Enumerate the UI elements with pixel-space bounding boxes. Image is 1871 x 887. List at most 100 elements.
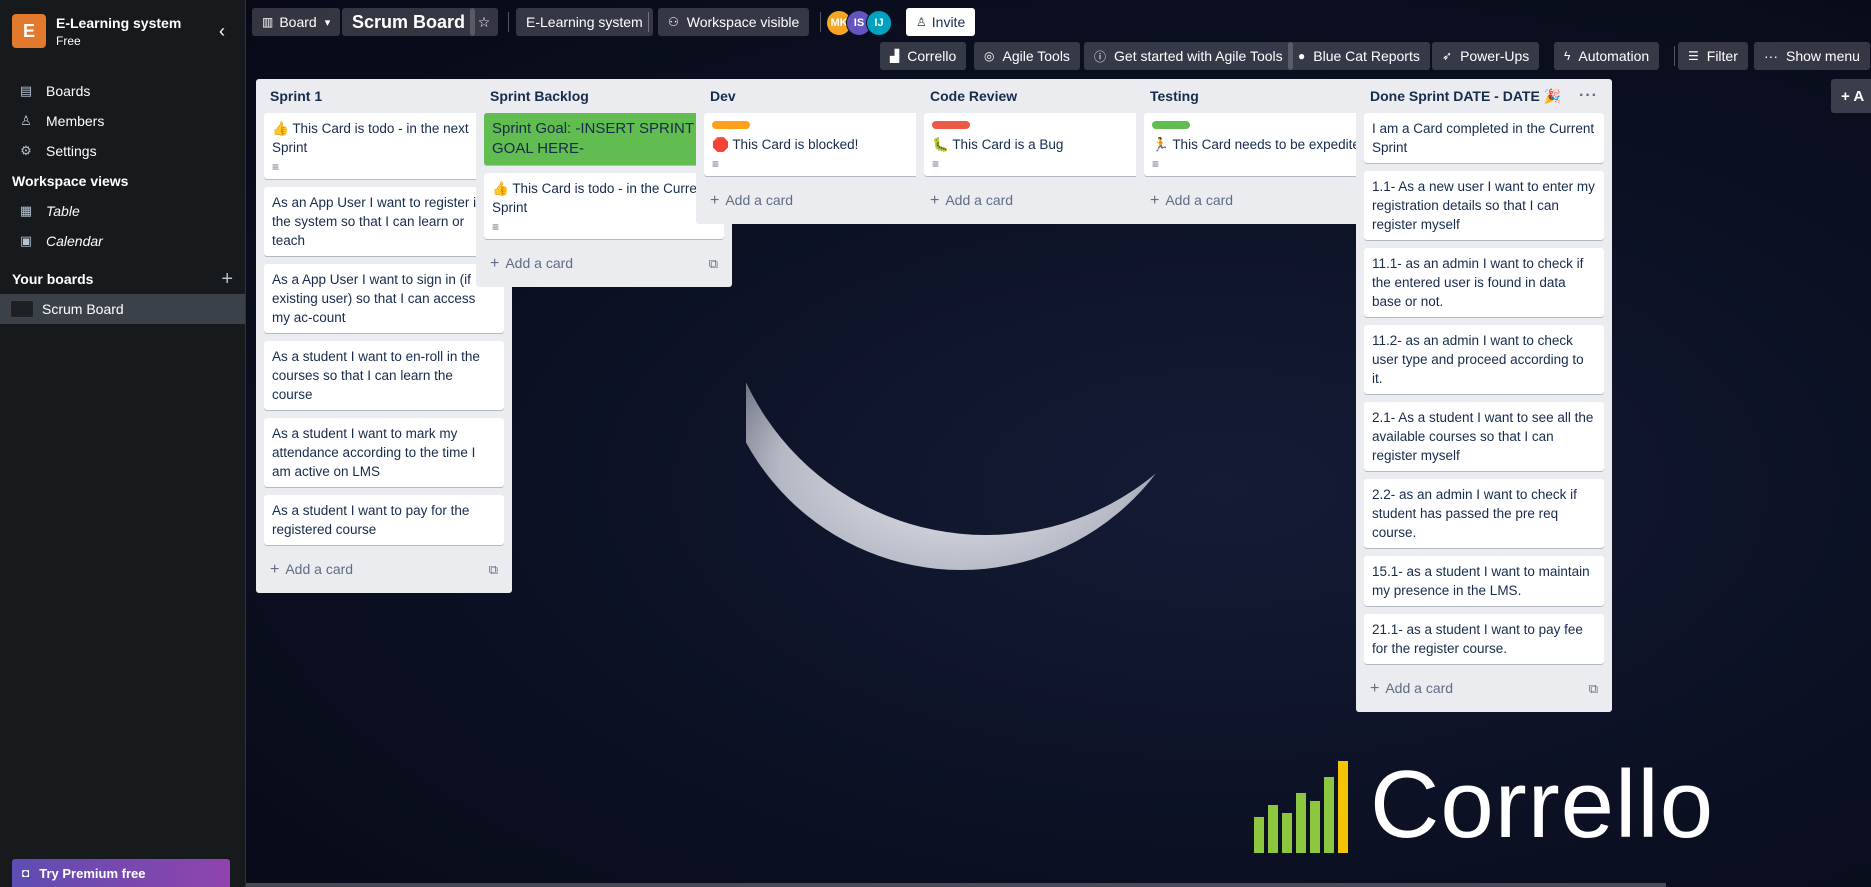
automation-button[interactable]: ϟ Automation — [1554, 42, 1660, 70]
add-list-button[interactable]: + A — [1831, 79, 1871, 113]
list-header[interactable]: Dev ··· — [704, 79, 944, 113]
people-icon: ⚇ — [668, 15, 679, 29]
card[interactable]: 👍 This Card is todo - in the Current Spr… — [484, 173, 724, 239]
card[interactable]: 🏃 This Card needs to be expedited ≡ — [1144, 113, 1384, 176]
list-title[interactable]: Done Sprint DATE - DATE 🎉 — [1370, 88, 1561, 105]
card[interactable]: As a student I want to mark my attendanc… — [264, 418, 504, 487]
card-label-green[interactable] — [1152, 121, 1190, 129]
list-menu-icon[interactable]: ··· — [1579, 87, 1598, 105]
card-title: 2.1- As a student I want to see all the … — [1372, 410, 1594, 463]
person-icon: ♙ — [20, 113, 32, 128]
list-title[interactable]: Dev — [710, 88, 736, 104]
add-card-button[interactable]: +Add a card ⧉ — [264, 553, 504, 587]
add-card-button[interactable]: +Add a card ⧉ — [484, 247, 724, 281]
card[interactable]: 15.1- as a student I want to maintain my… — [1364, 556, 1604, 606]
card-title: Sprint Goal: -INSERT SPRINT GOAL HERE- — [492, 120, 694, 157]
toolbar-label: Power-Ups — [1460, 48, 1530, 64]
list-header[interactable]: Sprint 1 ··· — [264, 79, 504, 113]
add-card-button[interactable]: +Add a card ⧉ — [1364, 672, 1604, 706]
show-menu-button[interactable]: ··· Show menu — [1754, 42, 1870, 70]
board-thumbnail — [10, 300, 34, 318]
card[interactable]: 2.1- As a student I want to see all the … — [1364, 402, 1604, 471]
card[interactable]: 11.1- as an admin I want to check if the… — [1364, 248, 1604, 317]
workspace-logo[interactable]: E — [12, 14, 46, 48]
corrello-button[interactable]: ▟ Corrello — [880, 42, 967, 70]
card[interactable]: 🐛 This Card is a Bug ≡ — [924, 113, 1164, 176]
list-header[interactable]: Done Sprint DATE - DATE 🎉 ··· — [1364, 79, 1604, 113]
invite-button[interactable]: ♙ Invite — [906, 8, 976, 36]
power-ups-button[interactable]: ➶ Power-Ups — [1432, 42, 1540, 70]
card[interactable]: 👍 This Card is todo - in the next Sprint… — [264, 113, 504, 179]
list-title[interactable]: Testing — [1150, 88, 1199, 104]
sidebar-item-label: Table — [46, 203, 80, 219]
blue-cat-reports-button[interactable]: ● Blue Cat Reports — [1288, 42, 1430, 70]
board-title[interactable]: Scrum Board — [342, 8, 476, 36]
workspace-button[interactable]: E-Learning system — [516, 8, 653, 36]
card[interactable]: As a App User I want to sign in (if exis… — [264, 264, 504, 333]
filter-button[interactable]: ☰ Filter — [1678, 42, 1748, 70]
sidebar-item-calendar[interactable]: ▣ Calendar — [0, 226, 245, 256]
card-template-icon[interactable]: ⧉ — [1589, 681, 1598, 697]
card-title: 🏃 This Card needs to be expedited — [1152, 137, 1368, 152]
card-title: I am a Card completed in the Current Spr… — [1372, 121, 1595, 155]
get-started-button[interactable]: ⓘ Get started with Agile Tools — [1084, 42, 1293, 70]
add-card-button[interactable]: +Add a card ⧉ — [1144, 184, 1384, 218]
card-label-orange[interactable] — [712, 121, 750, 129]
plus-icon: + — [710, 192, 720, 209]
star-icon[interactable]: ☆ — [470, 8, 498, 36]
workspace-name[interactable]: E-Learning system — [56, 15, 211, 31]
toolbar-label: Blue Cat Reports — [1313, 48, 1420, 64]
sidebar-item-table[interactable]: ▦ Table — [0, 196, 245, 226]
card-title: As an App User I want to register in the… — [272, 195, 484, 248]
header-divider — [508, 12, 509, 32]
card[interactable]: I am a Card completed in the Current Spr… — [1364, 113, 1604, 163]
try-premium-button[interactable]: ◘ Try Premium free — [12, 859, 230, 887]
header-divider — [820, 12, 821, 32]
corrello-logo: Corrello — [1254, 757, 1714, 853]
visibility-button[interactable]: ⚇ Workspace visible — [658, 8, 810, 36]
list-title[interactable]: Code Review — [930, 88, 1017, 104]
sidebar-item-label: Members — [46, 113, 105, 129]
card[interactable]: 21.1- as a student I want to pay fee for… — [1364, 614, 1604, 664]
card[interactable]: 1.1- As a new user I want to enter my re… — [1364, 171, 1604, 240]
sidebar-item-settings[interactable]: ⚙ Settings — [0, 136, 245, 166]
horizontal-scrollbar[interactable] — [246, 883, 1666, 887]
list-header[interactable]: Code Review ··· — [924, 79, 1164, 113]
list-title[interactable]: Sprint Backlog — [490, 88, 589, 104]
list-title[interactable]: Sprint 1 — [270, 88, 322, 104]
avatar[interactable]: IJ — [866, 10, 892, 36]
card[interactable]: As a student I want to en-roll in the co… — [264, 341, 504, 410]
workspace-plan: Free — [56, 33, 81, 48]
card-template-icon[interactable]: ⧉ — [489, 562, 498, 578]
list-header[interactable]: Testing ··· — [1144, 79, 1384, 113]
workspace-header: E E-Learning system Free ‹ — [0, 0, 245, 62]
avatar-initials: IJ — [874, 17, 884, 29]
add-card-button[interactable]: +Add a card ⧉ — [704, 184, 944, 218]
card[interactable]: 11.2- as an admin I want to check user t… — [1364, 325, 1604, 394]
card[interactable]: Sprint Goal: -INSERT SPRINT GOAL HERE- — [484, 113, 724, 165]
card-title: 🐛 This Card is a Bug — [932, 137, 1064, 152]
card-label-red[interactable] — [932, 121, 970, 129]
sidebar-item-boards[interactable]: ▤ Boards — [0, 76, 245, 106]
sidebar-item-members[interactable]: ♙ Members — [0, 106, 245, 136]
sidebar-board-scrum[interactable]: Scrum Board — [0, 294, 245, 324]
card-template-icon[interactable]: ⧉ — [709, 256, 718, 272]
agile-tools-icon: ◎ — [984, 49, 995, 63]
card[interactable]: 🛑 This Card is blocked! ≡ — [704, 113, 944, 176]
add-card-label: Add a card — [285, 561, 354, 577]
add-board-icon[interactable]: + — [221, 268, 233, 291]
workspace-views-title: Workspace views — [0, 166, 245, 196]
card[interactable]: As a student I want to pay for the regis… — [264, 495, 504, 545]
description-icon: ≡ — [1152, 157, 1160, 171]
add-card-button[interactable]: +Add a card ⧉ — [924, 184, 1164, 218]
agile-tools-button[interactable]: ◎ Agile Tools — [974, 42, 1080, 70]
card[interactable]: 2.2- as an admin I want to check if stud… — [1364, 479, 1604, 548]
board-canvas: Corrello ▥ Board ▾ Scrum Board ☆ E-Learn… — [246, 0, 1871, 887]
info-icon: ⓘ — [1094, 49, 1107, 64]
collapse-sidebar-icon[interactable]: ‹ — [211, 21, 233, 42]
card[interactable]: As an App User I want to register in the… — [264, 187, 504, 256]
card-title: As a student I want to mark my attendanc… — [272, 426, 476, 479]
list-dev: Dev ··· 🛑 This Card is blocked! ≡ + Add a… — [696, 79, 952, 224]
list-header[interactable]: Sprint Backlog ··· — [484, 79, 724, 113]
view-switcher-button[interactable]: ▥ Board ▾ — [252, 8, 341, 36]
